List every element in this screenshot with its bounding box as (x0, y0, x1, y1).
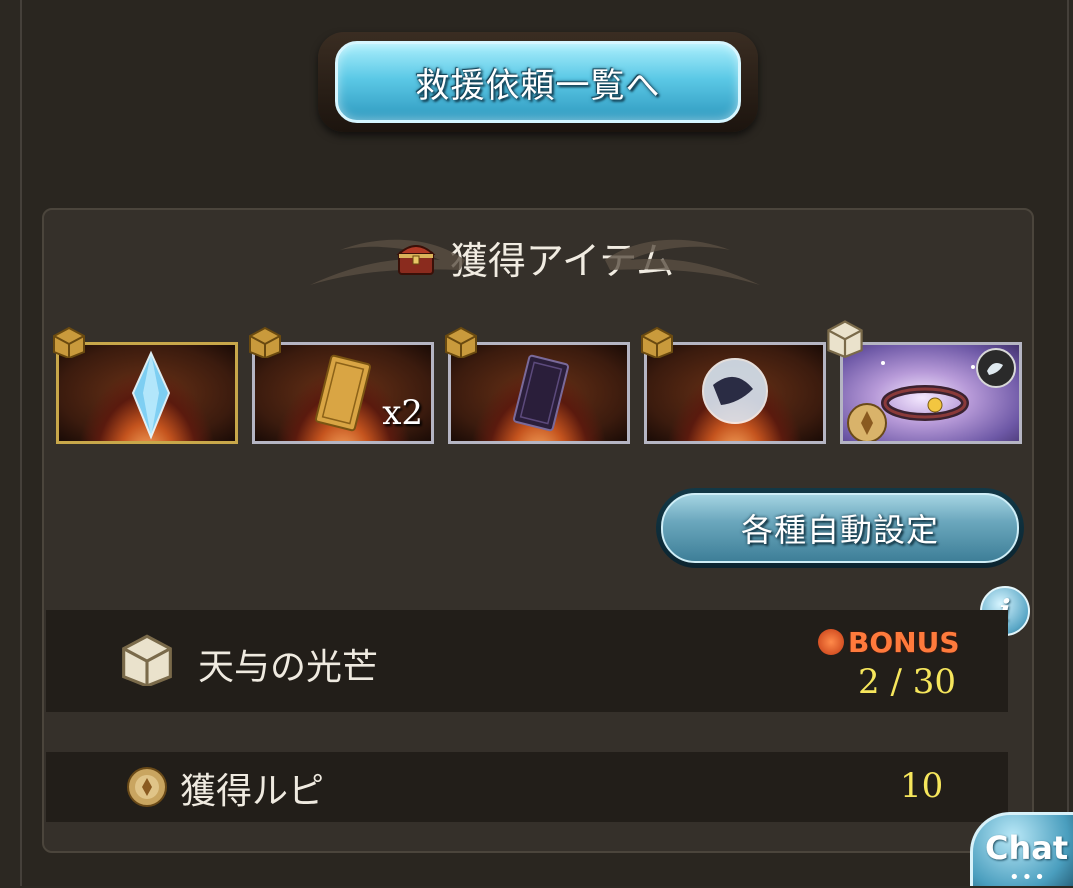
bonus-badge: BONUS (818, 625, 960, 659)
ornament-right-icon (605, 239, 760, 285)
auto-settings-button-face: 各種自動設定 (661, 493, 1019, 563)
rescue-list-button-label: 救援依頼一覧へ (415, 65, 661, 106)
gold-chest-icon (445, 326, 477, 358)
ornament-left-icon (310, 239, 465, 285)
gold-chest-icon (249, 326, 281, 358)
rupie-coin-icon (127, 767, 167, 807)
gift-of-light-label: 天与の光芒 (198, 647, 379, 688)
bonus-icon (818, 629, 844, 655)
item-quantity: x2 (382, 393, 423, 433)
chat-label: Chat (985, 829, 1069, 867)
item-card-bracelet[interactable] (840, 342, 1022, 444)
auto-settings-button-label: 各種自動設定 (740, 511, 939, 549)
white-chest-icon (827, 320, 863, 358)
wind-element-icon (976, 348, 1016, 388)
rarity-emblem-icon (847, 403, 887, 441)
rupie-value: 10 (900, 766, 944, 806)
chat-button[interactable]: Chat ••• (970, 812, 1073, 888)
gold-chest-icon (53, 326, 85, 358)
dark-card-icon (513, 354, 569, 432)
white-chest-icon (122, 634, 172, 686)
gift-count: 2 / 30 (858, 662, 956, 702)
crystal-icon (131, 350, 171, 440)
acquired-items-header: 獲得アイテム (300, 222, 770, 292)
auto-settings-button[interactable]: 各種自動設定 (656, 488, 1024, 568)
rupie-label: 獲得ルピ (180, 771, 325, 812)
orb-icon (702, 358, 768, 424)
treasure-chest-icon (396, 245, 436, 275)
rescue-list-button-face: 救援依頼一覧へ (335, 41, 741, 123)
chat-dots-icon: ••• (1009, 867, 1047, 888)
rescue-list-button[interactable]: 救援依頼一覧へ (318, 32, 758, 132)
bonus-label: BONUS (848, 625, 960, 659)
gold-chest-icon (641, 326, 673, 358)
